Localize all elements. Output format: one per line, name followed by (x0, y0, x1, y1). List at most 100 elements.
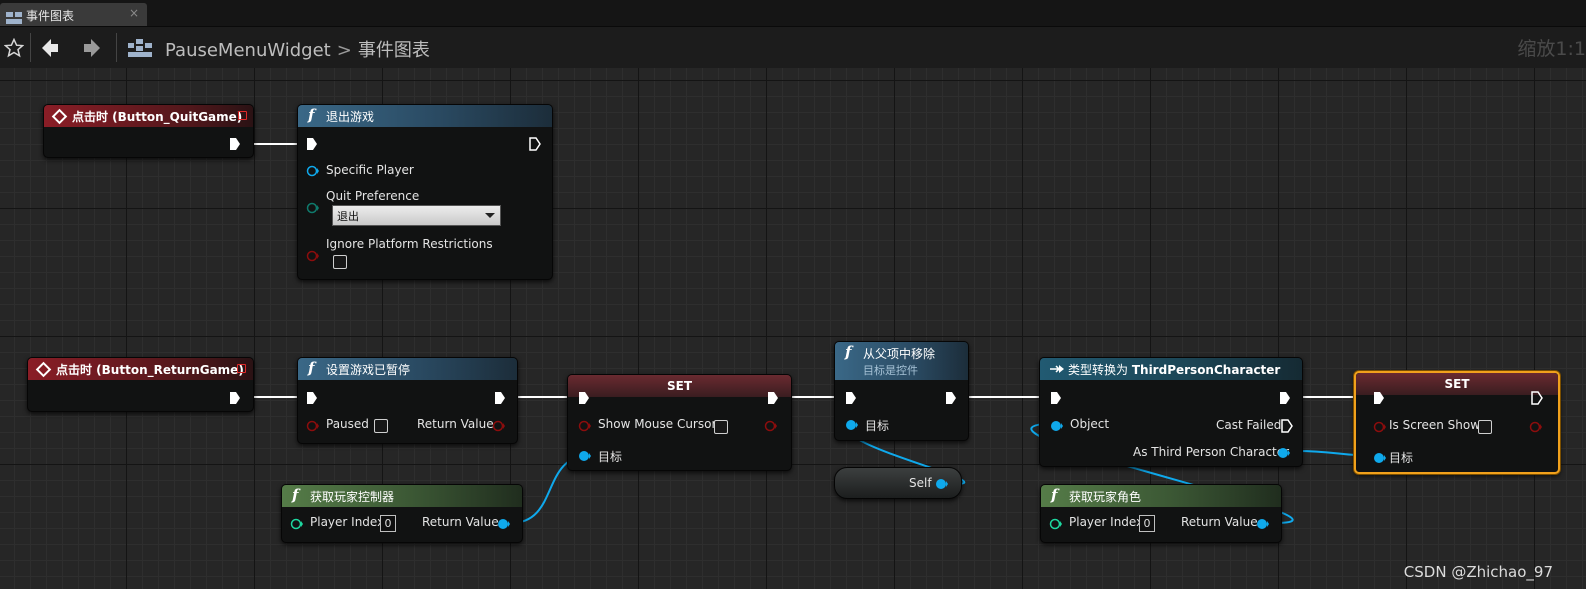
node-header: 类型转换为 ThirdPersonCharacter (1040, 358, 1302, 380)
return-value-pin[interactable] (1256, 518, 1270, 530)
tab-event-graph[interactable]: 事件图表 × (0, 3, 147, 26)
zoom-level: 缩放1:1 (1517, 38, 1586, 60)
tab-strip: 事件图表 × (0, 0, 1586, 27)
function-icon: f (292, 486, 299, 504)
return-value-pin[interactable] (497, 518, 511, 530)
exec-in-pin[interactable] (845, 391, 857, 405)
node-title: SET (1444, 377, 1470, 391)
event-diamond-icon (35, 361, 52, 378)
exec-out-pin[interactable] (529, 137, 541, 151)
is-screen-show-pin[interactable] (1373, 421, 1387, 433)
specific-player-label: Specific Player (326, 163, 414, 177)
target-pin[interactable] (578, 450, 592, 462)
return-value-label: Return Value (1181, 515, 1258, 529)
breadcrumb-root[interactable]: PauseMenuWidget (165, 40, 331, 61)
self-node[interactable]: Self (834, 467, 962, 499)
event-graph-canvas[interactable]: 点击时 (Button_QuitGame) f 退出游戏 Specific Pl… (0, 68, 1586, 589)
self-label: Self (909, 476, 932, 490)
self-pin[interactable] (935, 478, 949, 490)
graph-toolbar: PauseMenuWidget > 事件图表 缩放1:1 (0, 27, 1586, 68)
player-index-pin[interactable] (1049, 518, 1063, 530)
node-title: 点击时 (Button_ReturnGame) (56, 363, 244, 377)
paused-checkbox[interactable] (374, 419, 388, 433)
quit-preference-pin[interactable] (306, 202, 320, 214)
as-third-person-character-pin[interactable] (1277, 447, 1291, 459)
object-label: Object (1070, 417, 1110, 431)
exec-out-pin[interactable] (229, 137, 241, 151)
delegate-pin[interactable] (237, 364, 246, 373)
node-header: 点击时 (Button_ReturnGame) (28, 358, 253, 380)
ignore-platform-pin[interactable] (306, 250, 320, 262)
quit-preference-dropdown[interactable]: 退出 (332, 205, 501, 226)
quit-preference-label: Quit Preference (326, 189, 420, 203)
function-icon: f (845, 343, 852, 361)
target-pin[interactable] (845, 419, 859, 431)
node-subtitle: 目标是控件 (863, 364, 918, 377)
exec-in-pin[interactable] (306, 137, 318, 151)
cast-failed-exec-pin[interactable] (1281, 419, 1293, 433)
event-diamond-icon (51, 108, 68, 125)
function-node-set-game-paused[interactable]: f 设置游戏已暂停 Paused Return Value (297, 357, 518, 444)
exec-out-pin[interactable] (1279, 391, 1291, 405)
target-label: 目标 (1389, 451, 1414, 465)
event-node-return-game[interactable]: 点击时 (Button_ReturnGame) (27, 357, 254, 412)
node-header: f 从父项中移除 目标是控件 (835, 342, 968, 380)
toolbar-divider (30, 33, 31, 62)
player-index-input[interactable]: 0 (380, 515, 396, 532)
function-node-quit-game[interactable]: f 退出游戏 Specific Player Quit Preference 退… (297, 104, 553, 280)
exec-in-pin[interactable] (1050, 391, 1062, 405)
tab-label: 事件图表 (26, 9, 75, 23)
return-value-pin[interactable] (492, 420, 506, 432)
forward-arrow-icon[interactable] (80, 27, 104, 68)
exec-out-pin[interactable] (494, 391, 506, 405)
is-screen-show-label: Is Screen Show (1389, 418, 1481, 432)
paused-pin[interactable] (306, 420, 320, 432)
set-node-is-screen-show[interactable]: SET Is Screen Show 目标 (1354, 371, 1560, 474)
is-screen-show-out-pin[interactable] (1529, 421, 1543, 433)
blueprint-graph-icon (126, 27, 154, 68)
function-node-remove-from-parent[interactable]: f 从父项中移除 目标是控件 目标 (834, 341, 969, 441)
node-title: 退出游戏 (326, 110, 375, 124)
event-graph-icon (6, 9, 22, 28)
event-node-quit-game[interactable]: 点击时 (Button_QuitGame) (43, 104, 254, 158)
tab-close-icon[interactable]: × (129, 6, 139, 20)
ignore-platform-label: Ignore Platform Restrictions (326, 237, 493, 251)
node-header: SET (568, 375, 791, 397)
exec-in-pin[interactable] (1373, 391, 1385, 405)
delegate-pin[interactable] (238, 111, 247, 120)
cast-arrow-icon (1050, 365, 1064, 373)
cast-node-third-person-character[interactable]: 类型转换为 ThirdPersonCharacter Object Cast F… (1039, 357, 1303, 467)
player-index-pin[interactable] (290, 518, 304, 530)
set-node-show-mouse-cursor[interactable]: SET Show Mouse Cursor 目标 (567, 374, 792, 471)
node-header: f 获取玩家控制器 (282, 485, 522, 507)
exec-out-pin[interactable] (945, 391, 957, 405)
exec-in-pin[interactable] (578, 391, 590, 405)
target-pin[interactable] (1373, 452, 1387, 464)
pure-node-get-player-character[interactable]: f 获取玩家角色 Player Index 0 Return Value (1040, 484, 1282, 543)
show-mouse-cursor-label: Show Mouse Cursor (598, 417, 717, 431)
ignore-platform-checkbox[interactable] (333, 255, 347, 269)
back-arrow-icon[interactable] (38, 27, 62, 68)
specific-player-pin[interactable] (306, 165, 320, 177)
function-icon: f (1051, 486, 1058, 504)
is-screen-show-checkbox[interactable] (1478, 420, 1492, 434)
pure-node-get-player-controller[interactable]: f 获取玩家控制器 Player Index 0 Return Value (281, 484, 523, 543)
breadcrumb-current: 事件图表 (357, 40, 430, 61)
show-mouse-cursor-out-pin[interactable] (764, 420, 778, 432)
exec-out-pin[interactable] (229, 391, 241, 405)
show-mouse-cursor-pin[interactable] (578, 420, 592, 432)
breadcrumb-separator: > (336, 40, 352, 61)
show-mouse-cursor-checkbox[interactable] (714, 420, 728, 434)
function-icon: f (308, 106, 315, 124)
dropdown-arrow-icon (485, 213, 495, 218)
node-title: 点击时 (Button_QuitGame) (72, 110, 243, 124)
node-header: f 设置游戏已暂停 (298, 358, 517, 380)
favorite-star-icon[interactable] (2, 27, 26, 68)
exec-in-pin[interactable] (306, 391, 318, 405)
object-pin[interactable] (1050, 420, 1064, 432)
player-index-input[interactable]: 0 (1139, 515, 1155, 532)
return-value-label: Return Value (422, 515, 499, 529)
exec-out-pin[interactable] (767, 391, 779, 405)
exec-out-pin[interactable] (1531, 391, 1543, 405)
function-icon: f (308, 359, 315, 377)
